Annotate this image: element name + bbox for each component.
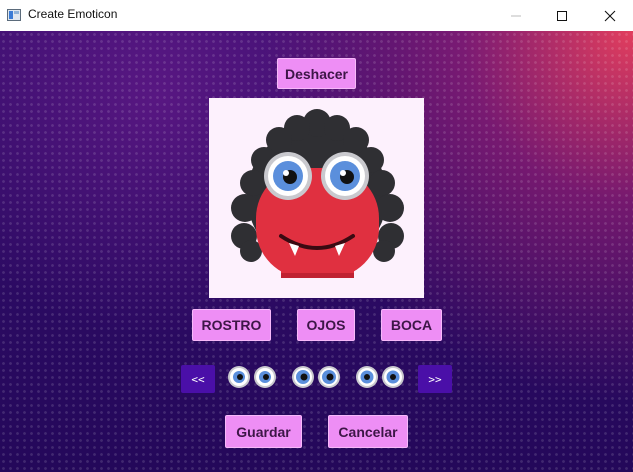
editor-area: Deshacer ROSTRO OJOS BOCA << >> Guardar … xyxy=(0,31,633,472)
eyes-option-icon xyxy=(228,366,276,388)
save-button[interactable]: Guardar xyxy=(225,415,302,448)
app-window: Create Emoticon Deshacer ROSTRO OJOS BOC… xyxy=(0,0,633,472)
monster-emoticon xyxy=(231,109,404,278)
maximize-button[interactable] xyxy=(539,0,585,31)
right-eye-shape xyxy=(321,152,369,200)
title-bar: Create Emoticon xyxy=(0,0,633,31)
next-button[interactable]: >> xyxy=(418,365,452,393)
eyes-tab-button[interactable]: OJOS xyxy=(297,309,355,341)
minimize-icon xyxy=(511,15,521,16)
app-icon xyxy=(7,9,21,21)
eye-option-3[interactable] xyxy=(355,364,405,390)
close-button[interactable] xyxy=(587,0,633,31)
emoticon-preview xyxy=(209,98,424,298)
eye-option-2[interactable] xyxy=(291,364,341,390)
face-tab-button[interactable]: ROSTRO xyxy=(192,309,271,341)
undo-button[interactable]: Deshacer xyxy=(277,58,356,89)
maximize-icon xyxy=(557,10,567,21)
eyes-option-icon xyxy=(356,366,404,388)
mouth-tab-button[interactable]: BOCA xyxy=(381,309,442,341)
eyes-option-icon xyxy=(292,366,340,388)
window-title: Create Emoticon xyxy=(28,7,118,21)
cancel-button[interactable]: Cancelar xyxy=(328,415,408,448)
close-icon xyxy=(604,10,616,21)
minimize-button[interactable] xyxy=(493,0,539,31)
previous-button[interactable]: << xyxy=(181,365,215,393)
left-eye-shape xyxy=(264,152,312,200)
eye-option-1[interactable] xyxy=(227,364,277,390)
